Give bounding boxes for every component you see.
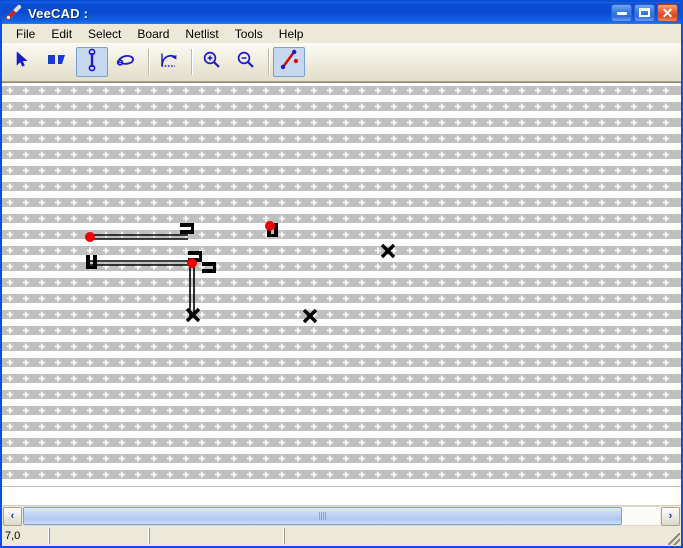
close-icon: ✕ (661, 5, 674, 21)
zoom-out-icon (235, 50, 257, 75)
copper-stripe (2, 486, 681, 487)
menu-bar: File Edit Select Board Netlist Tools Hel… (2, 24, 681, 43)
toolbar-separator-3 (268, 49, 269, 75)
status-panel-2 (50, 528, 150, 544)
scroll-left-button[interactable]: ‹ (3, 506, 22, 526)
select-arrow-tool[interactable] (6, 47, 38, 77)
minimize-icon (617, 12, 627, 15)
net-trace-icon (277, 48, 301, 77)
veroboard-drawing[interactable] (2, 83, 681, 487)
scrollbar-track[interactable] (23, 506, 660, 526)
status-panel-4 (285, 528, 681, 544)
status-bar: 7,0 (2, 526, 681, 546)
veecad-main-window: VeeCAD : ✕ File Edit Select Board Netlis… (0, 0, 683, 548)
horizontal-scrollbar[interactable]: ‹ › (2, 505, 681, 526)
zoom-in-tool[interactable] (196, 47, 228, 77)
zoom-in-icon (201, 50, 223, 75)
maximize-button[interactable] (634, 4, 655, 22)
pin-red-1[interactable] (85, 232, 95, 242)
menu-edit[interactable]: Edit (43, 25, 80, 43)
menu-board[interactable]: Board (129, 25, 177, 43)
toolbar-separator-2 (191, 49, 192, 75)
zoom-out-tool[interactable] (230, 47, 262, 77)
component-lead (86, 266, 97, 269)
wire-link-icon (82, 48, 102, 77)
window-controls: ✕ (611, 4, 678, 22)
wire-curve-tool[interactable] (110, 47, 142, 77)
component-lead (191, 223, 194, 234)
maximize-icon (639, 8, 650, 17)
title-bar[interactable]: VeeCAD : ✕ (2, 2, 681, 24)
rotate-icon (158, 50, 180, 75)
window-title: VeeCAD : (28, 5, 89, 21)
menu-select[interactable]: Select (80, 25, 129, 43)
minimize-button[interactable] (611, 4, 632, 22)
veroboard-canvas[interactable] (2, 82, 681, 505)
veecad-logo-icon (5, 4, 23, 22)
toolbar-separator-1 (148, 49, 149, 75)
component-tool[interactable] (40, 47, 74, 77)
close-button[interactable]: ✕ (657, 4, 678, 22)
menu-help[interactable]: Help (271, 25, 312, 43)
net-trace-tool[interactable] (273, 47, 305, 77)
menu-file[interactable]: File (8, 25, 43, 43)
pin-red-2[interactable] (187, 258, 197, 268)
menu-tools[interactable]: Tools (227, 25, 271, 43)
arrow-cursor-icon (12, 50, 32, 75)
scroll-right-button[interactable]: › (661, 506, 680, 526)
component-lead (199, 251, 202, 262)
scrollbar-thumb[interactable] (23, 507, 622, 525)
main-toolbar (2, 43, 681, 82)
component-lead (213, 262, 216, 273)
menu-netlist[interactable]: Netlist (177, 25, 226, 43)
component-icon (45, 50, 69, 75)
resize-grip-icon[interactable] (668, 533, 680, 545)
wire-link-tool[interactable] (76, 47, 108, 77)
curved-wire-icon (114, 50, 138, 75)
status-coordinates: 7,0 (2, 528, 50, 544)
component-lead (267, 234, 278, 237)
scrollbar-grip-icon (318, 512, 326, 520)
status-panel-3 (150, 528, 285, 544)
pin-red-3[interactable] (265, 221, 275, 231)
rotate-tool[interactable] (153, 47, 185, 77)
